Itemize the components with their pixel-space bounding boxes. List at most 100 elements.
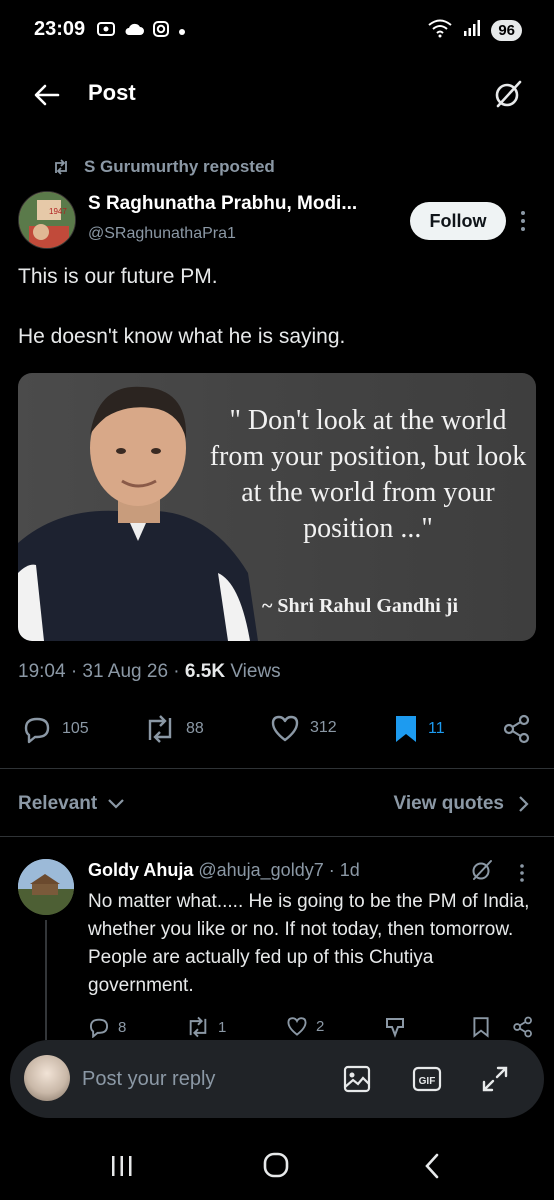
reposted-by[interactable]: S Gurumurthy reposted [52,157,275,177]
reply-count: 105 [62,720,89,737]
battery-badge: 96 [491,20,522,41]
reply-repost-button[interactable]: 1 [186,1016,226,1038]
chevron-down-icon [108,799,124,809]
reposted-by-label: S Gurumurthy reposted [84,157,275,176]
status-bar: 23:09 96 [0,0,554,60]
chevron-right-icon [519,796,529,812]
back-arrow-icon [34,84,60,106]
post-timestamp[interactable]: 19:04 · 31 Aug 26 · [18,661,185,682]
bookmark-icon [396,716,416,742]
grok-icon [472,860,492,880]
grok-icon [495,80,522,108]
view-quotes-label: View quotes [393,793,504,814]
gif-label: GIF [419,1076,436,1087]
sort-relevant-dropdown[interactable]: Relevant [18,793,125,815]
post-meta: 19:04 · 31 Aug 26 · 6.5K Views [18,661,281,683]
repost-icon [148,715,172,743]
reply-author-name[interactable]: Goldy Ahuja [88,860,193,880]
reply-composer: GIF [10,1040,544,1118]
sort-relevant-label: Relevant [18,793,98,814]
views-label: Views [225,661,281,682]
share-icon [513,1016,532,1038]
repost-icon [55,159,67,175]
expand-icon [482,1066,508,1092]
top-bar: Post [0,70,554,120]
home-button[interactable] [256,1152,296,1180]
post-image[interactable]: " Don't look at the world from your posi… [18,373,536,641]
repost-icon [189,1016,207,1038]
reply-icon [89,1018,109,1038]
reply-grok-button[interactable] [470,858,494,882]
status-notification-icons [96,20,186,43]
repost-button[interactable]: 88 [144,714,204,744]
back-button[interactable] [32,80,62,110]
more-vertical-icon [521,211,525,231]
reply-avatar-image [18,859,74,915]
bookmark-button[interactable]: 11 [394,714,445,744]
reply-reply-count: 8 [118,1018,127,1036]
reply-reply-button[interactable]: 8 [88,1016,126,1038]
bookmark-icon [473,1017,489,1038]
like-icon [271,715,299,742]
like-count: 312 [310,719,337,736]
status-system-icons: 96 [427,18,522,43]
more-vertical-icon [520,864,524,882]
screenshot-icon [96,20,116,43]
author-name[interactable]: S Raghunatha Prabhu, Modi... [88,193,398,215]
wifi-icon [427,18,453,43]
home-icon [263,1152,289,1178]
post-text-line-2: He doesn't know what he is saying. [18,325,346,348]
reply-bookmark-button[interactable] [472,1016,490,1038]
dot-icon [178,23,186,41]
reply-handle-time[interactable]: @ahuja_goldy7 · 1d [193,860,359,880]
instagram-icon [152,20,170,43]
views-count: 6.5K [184,661,226,682]
divider [0,836,554,837]
view-quotes-link[interactable]: View quotes [393,793,530,815]
reply-text: No matter what..... He is going to be th… [88,891,530,996]
reply-share-button[interactable] [512,1016,534,1038]
avatar-sign: 1947 [49,207,67,216]
bookmark-count: 11 [428,720,445,737]
system-back-button[interactable] [412,1152,452,1180]
more-options-button[interactable] [514,206,532,236]
add-gif-button[interactable]: GIF [412,1064,442,1094]
chevron-left-icon [425,1153,439,1179]
reply-like-count: 2 [316,1017,325,1035]
reply-button[interactable]: 105 [22,714,89,744]
repost-count: 88 [186,720,204,737]
reply-avatar[interactable] [18,859,74,915]
grok-button[interactable] [492,78,524,110]
thread-line [45,920,47,1040]
follow-button[interactable]: Follow [410,202,506,240]
cloud-icon [124,22,144,41]
gif-icon: GIF [412,1066,442,1092]
expand-composer-button[interactable] [480,1064,510,1094]
like-button[interactable]: 312 [270,714,337,742]
reply-like-button[interactable]: 2 [286,1016,324,1036]
recent-apps-button[interactable] [102,1152,142,1180]
downvote-icon [386,1018,404,1038]
divider [0,768,554,769]
reply-input[interactable] [82,1064,322,1094]
share-icon [503,714,530,744]
reply-analytics-button[interactable] [384,1016,406,1038]
author-handle[interactable]: @SRaghunathaPra1 [88,225,236,243]
my-avatar [24,1055,70,1101]
image-quote: " Don't look at the world from your posi… [209,405,527,544]
reply-repost-count: 1 [218,1018,227,1036]
system-nav-bar [0,1130,554,1200]
reply-header: Goldy Ahuja @ahuja_goldy7 · 1d [88,860,360,881]
add-image-button[interactable] [342,1064,372,1094]
like-icon [287,1017,307,1036]
reply-more-options-button[interactable] [514,862,530,882]
post-actions: 105 88 312 11 [0,706,554,754]
signal-icon [463,19,481,42]
reply-icon [24,717,50,744]
image-quote-author: ~ Shri Rahul Gandhi ji [262,595,459,617]
status-time: 23:09 [34,18,86,40]
author-avatar[interactable]: 1947 [18,191,76,249]
share-button[interactable] [502,714,532,744]
avatar-image: 1947 [19,192,75,248]
post-text: This is our future PM. He doesn't know w… [18,262,538,382]
